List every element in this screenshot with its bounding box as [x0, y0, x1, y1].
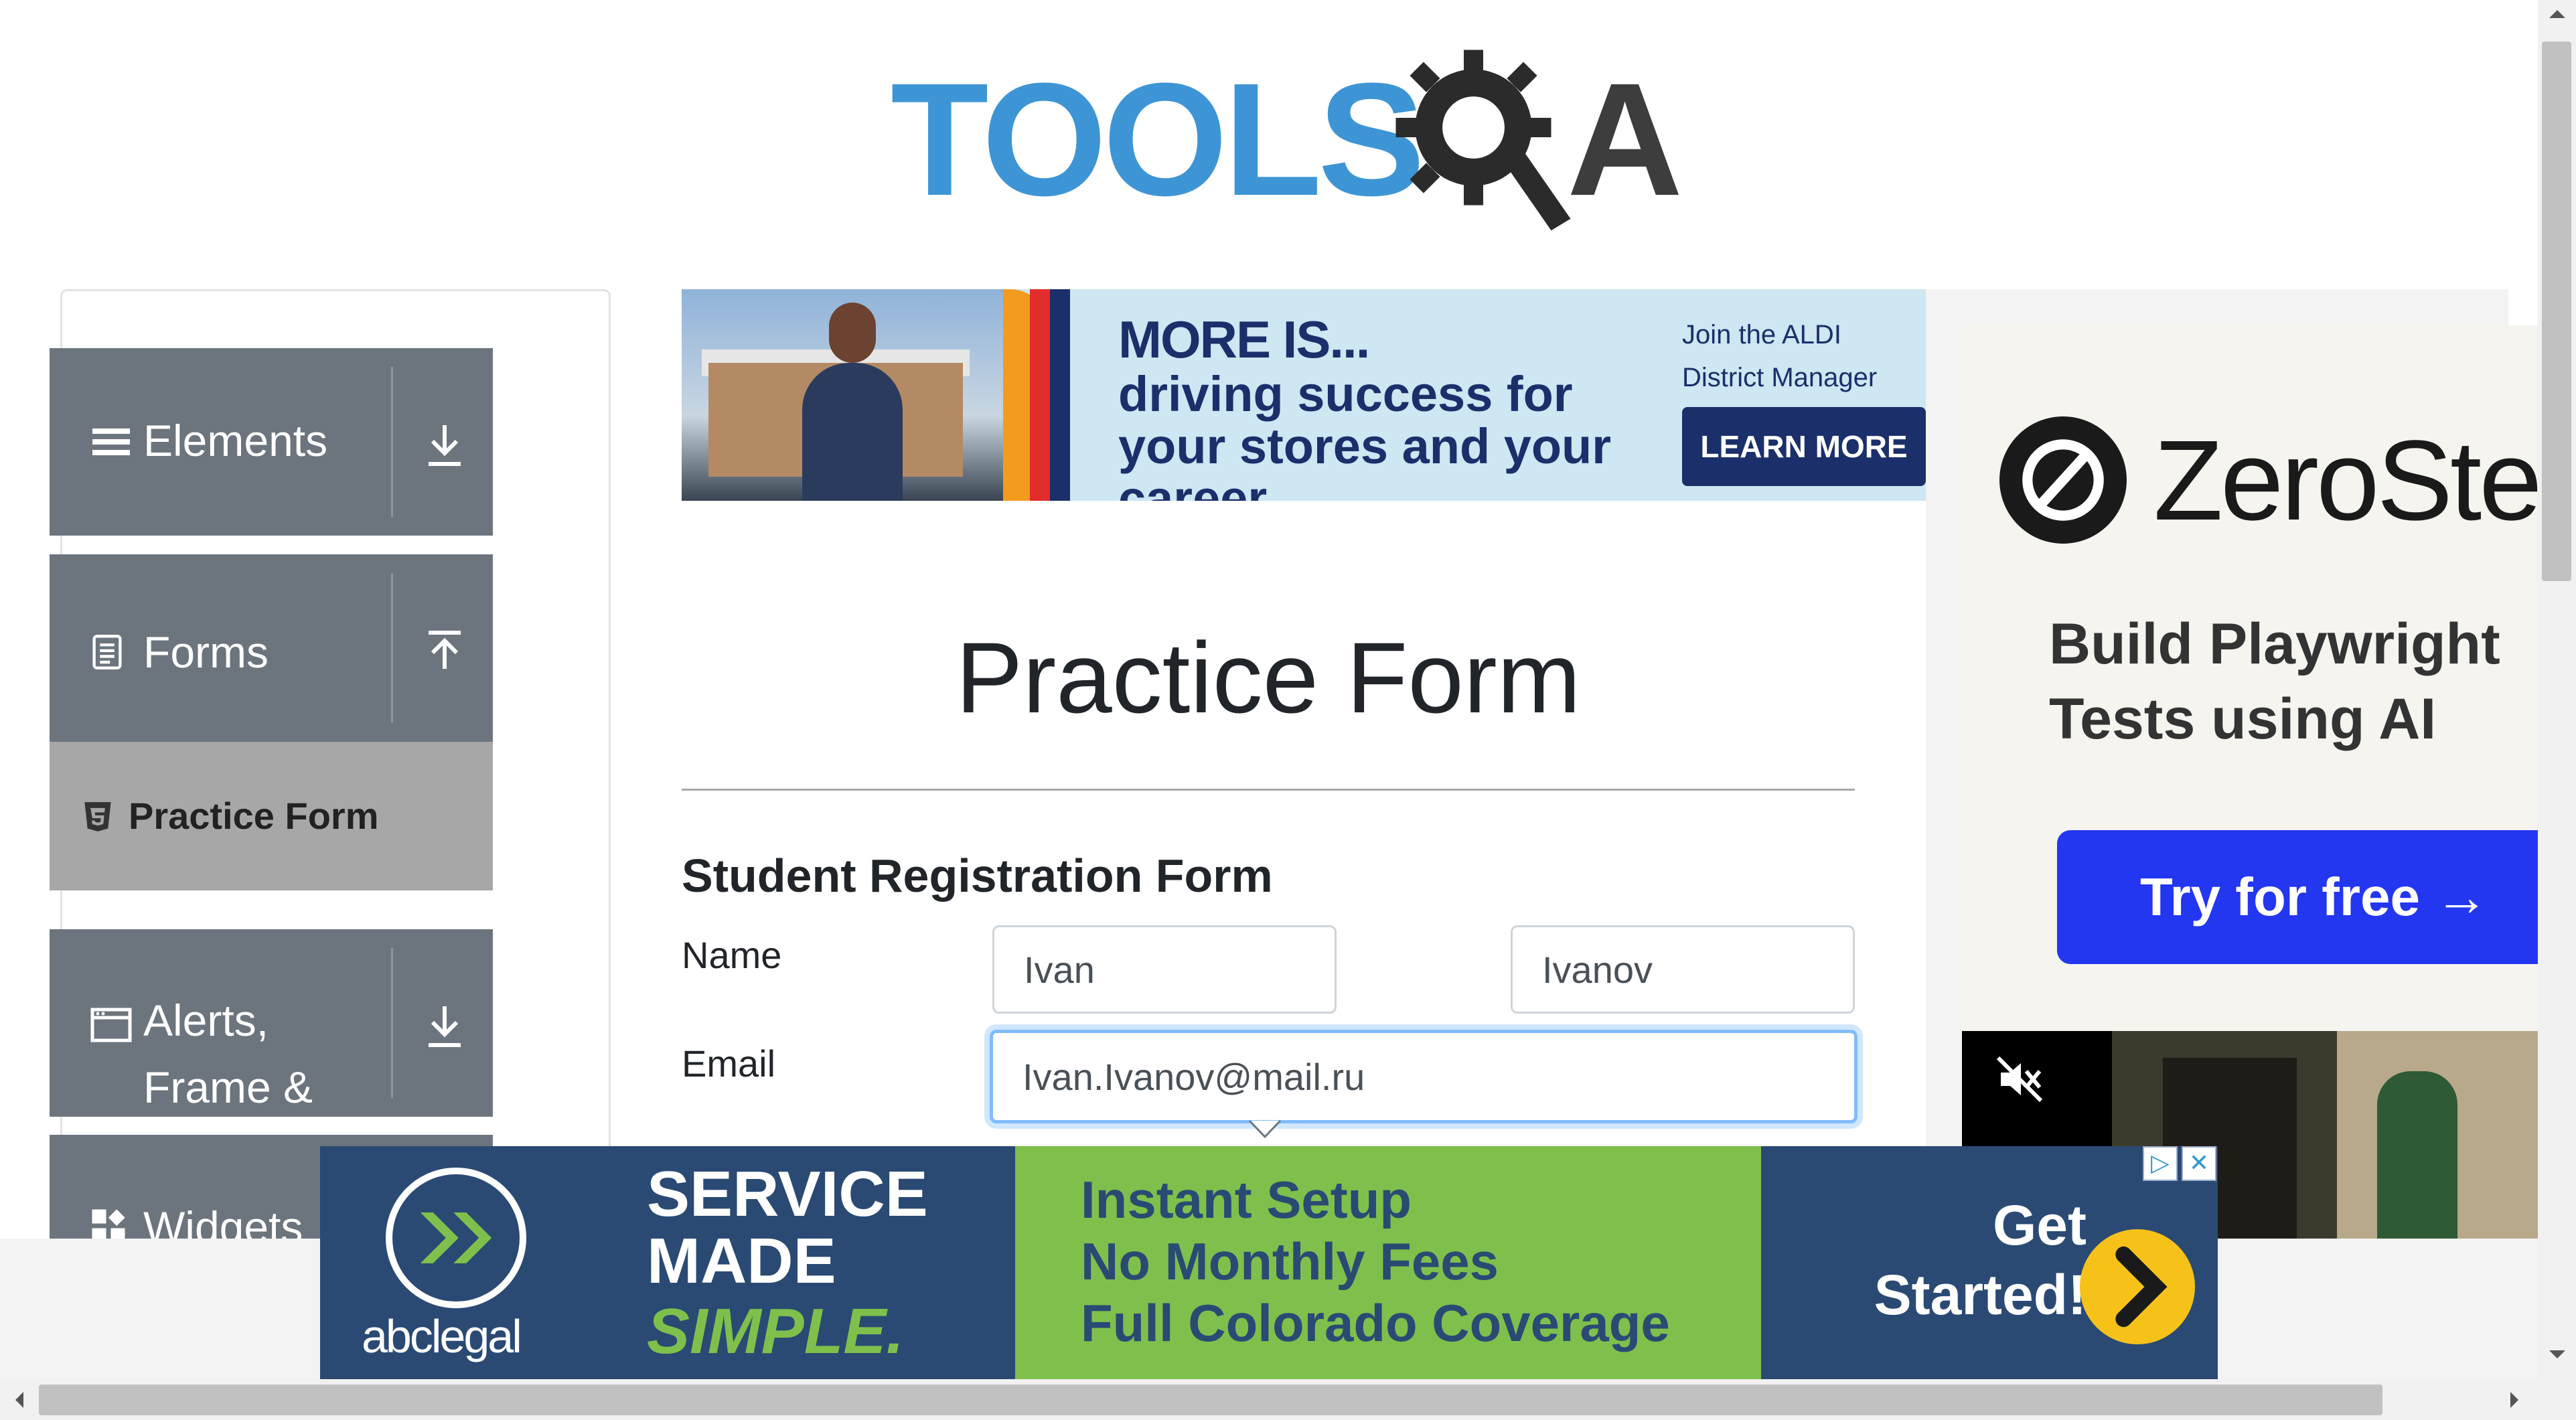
logo-wordmark: TOOLS	[891, 50, 1425, 229]
name-label: Name	[682, 934, 782, 976]
get-started-line: Get	[1992, 1194, 2087, 1257]
ad-photo-person-head	[829, 303, 876, 363]
close-icon[interactable]: ✕	[2182, 1146, 2216, 1181]
ad-photo-person	[802, 363, 903, 501]
zerostep-logo-icon	[1999, 416, 2127, 544]
horizontal-scrollbar-thumb[interactable]	[39, 1385, 2382, 1415]
sidebar-item-practice-form[interactable]: Practice Form	[50, 742, 493, 890]
form-heading: Student Registration Form	[682, 850, 1273, 902]
chevron-right-icon	[2115, 1246, 2168, 1328]
first-name-input[interactable]: Ivan	[992, 925, 1337, 1014]
ad-headline: MORE IS...	[1118, 310, 1370, 369]
gear-magnifier-icon	[1395, 50, 1571, 231]
email-value: Ivan.Ivanov@mail.ru	[1022, 1055, 1365, 1098]
abclegal-logo-icon	[386, 1168, 526, 1308]
hamburger-icon	[92, 428, 130, 455]
try-for-free-button[interactable]: Try for free →	[2057, 830, 2538, 964]
scroll-up-icon[interactable]	[2547, 4, 2567, 24]
ad-badges: ▷ ✕	[2143, 1146, 2218, 1181]
ad-feature: Instant Setup	[1081, 1170, 1412, 1229]
learn-more-button[interactable]: LEARN MORE	[1682, 407, 1926, 486]
mute-icon[interactable]	[1995, 1055, 2044, 1103]
zerostep-brand: ZeroSte	[2153, 417, 2538, 544]
download-arrow-icon[interactable]	[425, 1003, 465, 1050]
toolsqa-logo[interactable]: TOOLS A	[891, 33, 1683, 231]
sidebar-group-label: Elements	[143, 416, 328, 465]
title-divider	[682, 789, 1855, 791]
last-name-input[interactable]: Ivanov	[1511, 925, 1855, 1014]
sidebar-group-label: Forms	[143, 627, 269, 677]
sidebar-item-label: Practice Form	[129, 795, 379, 837]
ad-slogan: SERVICE MADE	[647, 1161, 928, 1295]
document-icon	[92, 635, 122, 669]
caret-down-icon	[1248, 1119, 1282, 1139]
ad-feature: No Monthly Fees	[1081, 1232, 1499, 1291]
sidebar-separator	[391, 367, 393, 517]
adchoices-icon[interactable]: ▷	[2143, 1146, 2178, 1181]
sidebar-group-elements[interactable]: Elements	[50, 348, 493, 536]
upload-arrow-icon[interactable]	[425, 628, 465, 675]
ad-feature: Full Colorado Coverage	[1081, 1293, 1670, 1352]
first-name-value: Ivan	[1024, 948, 1095, 991]
ad-body: driving success for your stores and your…	[1118, 366, 1612, 501]
html5-icon	[84, 802, 111, 832]
email-input[interactable]: Ivan.Ivanov@mail.ru	[990, 1030, 1858, 1123]
ad-slogan-line: SERVICE	[647, 1158, 928, 1230]
scroll-left-icon[interactable]	[9, 1389, 29, 1411]
sidebar-group-alerts-frame-windows[interactable]: Alerts, Frame & Windows	[50, 929, 493, 1179]
page-root: TOOLS A Elements Forms Practice Form Ale…	[0, 0, 2576, 1420]
scroll-down-icon[interactable]	[2547, 1344, 2567, 1364]
zerostep-subtitle: Build Playwright Tests using AI	[2049, 612, 2500, 751]
ad-slogan-simple: SIMPLE.	[647, 1295, 905, 1367]
video-frame-person	[2377, 1071, 2457, 1239]
logo-letter-a: A	[1567, 50, 1683, 229]
zerostep-ad[interactable]: ZeroSte Build Playwright Tests using AI …	[1962, 325, 2538, 1031]
download-arrow-icon[interactable]	[425, 422, 465, 469]
vertical-scrollbar-thumb[interactable]	[2542, 42, 2571, 581]
sidebar-separator	[391, 948, 393, 1098]
window-icon	[90, 1008, 132, 1042]
scroll-right-icon[interactable]	[2504, 1389, 2524, 1411]
ad-slogan-line: MADE	[647, 1225, 836, 1297]
get-started-line: Started!	[1874, 1263, 2087, 1326]
last-name-value: Ivanov	[1542, 948, 1653, 991]
ad-stripe	[1050, 289, 1070, 501]
abclegal-banner-ad[interactable]: abclegal SERVICE MADE SIMPLE. Instant Se…	[320, 1146, 2218, 1379]
sidebar-group-forms[interactable]: Forms	[50, 554, 493, 742]
ad-features: Instant Setup No Monthly Fees Full Color…	[1081, 1169, 1670, 1354]
page-title: Practice Form	[956, 621, 1581, 734]
aldi-banner-ad[interactable]: MORE IS... driving success for your stor…	[682, 289, 1926, 501]
abclegal-brand: abclegal	[362, 1310, 522, 1362]
chevron-right-button[interactable]	[2080, 1229, 2195, 1344]
sidebar-separator	[391, 573, 393, 723]
get-started-text[interactable]: Get Started!	[1805, 1190, 2087, 1330]
email-label: Email	[682, 1042, 776, 1085]
